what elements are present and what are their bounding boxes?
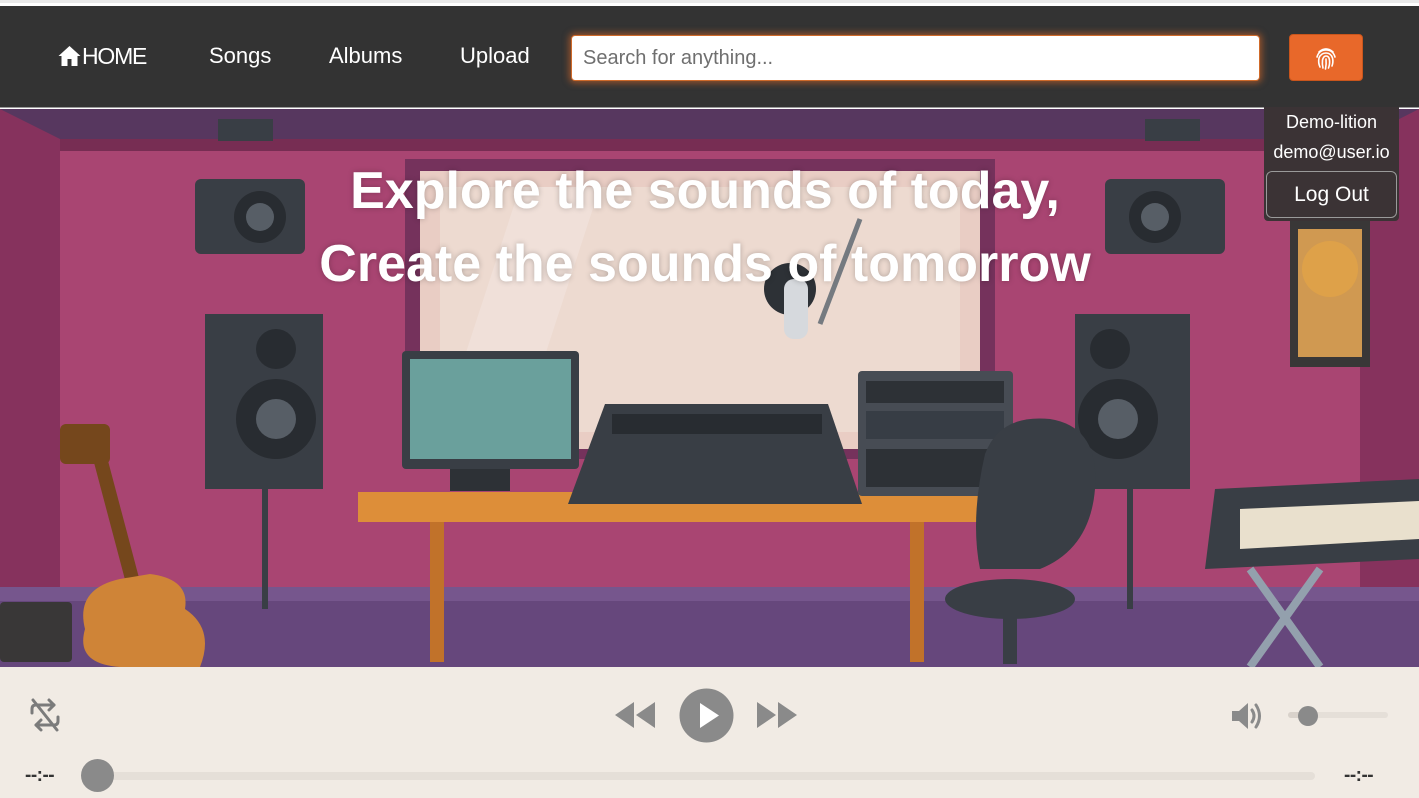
audio-player: --:-- --:--	[0, 667, 1419, 798]
home-label: HOME	[82, 43, 147, 69]
play-icon[interactable]	[679, 688, 734, 743]
user-name: Demo-lition	[1285, 112, 1378, 132]
current-time: --:--	[25, 765, 55, 786]
app: HOME Songs Albums Upload Search for anyt…	[0, 0, 1419, 798]
hero-line-1: Explore the sounds of today,	[350, 162, 1060, 220]
hero-title: Explore the sounds of today, Create the …	[0, 155, 1410, 301]
hero-line-2: Create the sounds of tomorrow	[319, 235, 1091, 293]
rewind-icon[interactable]	[613, 700, 657, 730]
user-dropdown: Demo-lition demo@user.io Log Out	[1264, 107, 1399, 221]
hero-banner: Explore the sounds of today, Create the …	[0, 109, 1419, 667]
nav-link-songs[interactable]: Songs	[209, 43, 271, 69]
volume-slider-thumb[interactable]	[1298, 706, 1318, 726]
nav-link-upload[interactable]: Upload	[460, 43, 530, 69]
volume-icon[interactable]	[1230, 700, 1266, 732]
fingerprint-icon	[1316, 47, 1336, 70]
logout-button[interactable]: Log Out	[1266, 171, 1397, 218]
user-email: demo@user.io	[1273, 142, 1390, 162]
top-nav: HOME Songs Albums Upload	[0, 6, 1419, 108]
fast-forward-icon[interactable]	[755, 700, 799, 730]
search-input[interactable]	[571, 35, 1260, 81]
nav-link-albums[interactable]: Albums	[329, 43, 402, 69]
progress-bar-track[interactable]	[97, 772, 1315, 780]
home-icon	[58, 46, 81, 66]
duration-time: --:--	[1344, 765, 1374, 786]
home-link[interactable]: HOME	[57, 43, 147, 69]
progress-bar-thumb[interactable]	[80, 759, 114, 792]
login-button[interactable]	[1289, 34, 1363, 81]
repeat-off-icon[interactable]	[28, 697, 62, 733]
